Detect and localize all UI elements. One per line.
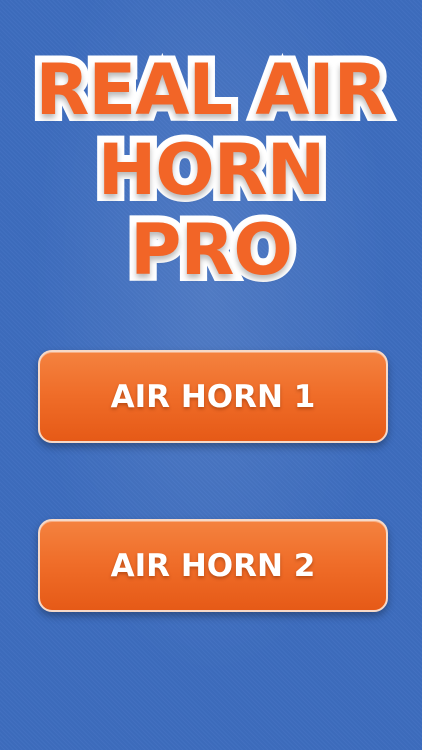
air-horn-2-label: AIR HORN 2	[110, 547, 316, 584]
air-horn-1-label: AIR HORN 1	[110, 378, 316, 415]
air-horn-2-button[interactable]: AIR HORN 2	[38, 519, 388, 612]
app-screen: REAL AIR HORN PRO AIR HORN 1 AIR HORN 2	[0, 0, 422, 750]
app-title: REAL AIR HORN PRO	[0, 43, 422, 297]
air-horn-1-button[interactable]: AIR HORN 1	[38, 350, 388, 443]
app-title-line-1: REAL AIR	[29, 43, 395, 137]
app-title-line-3: PRO	[123, 203, 300, 297]
app-title-line-2: HORN	[91, 123, 333, 217]
